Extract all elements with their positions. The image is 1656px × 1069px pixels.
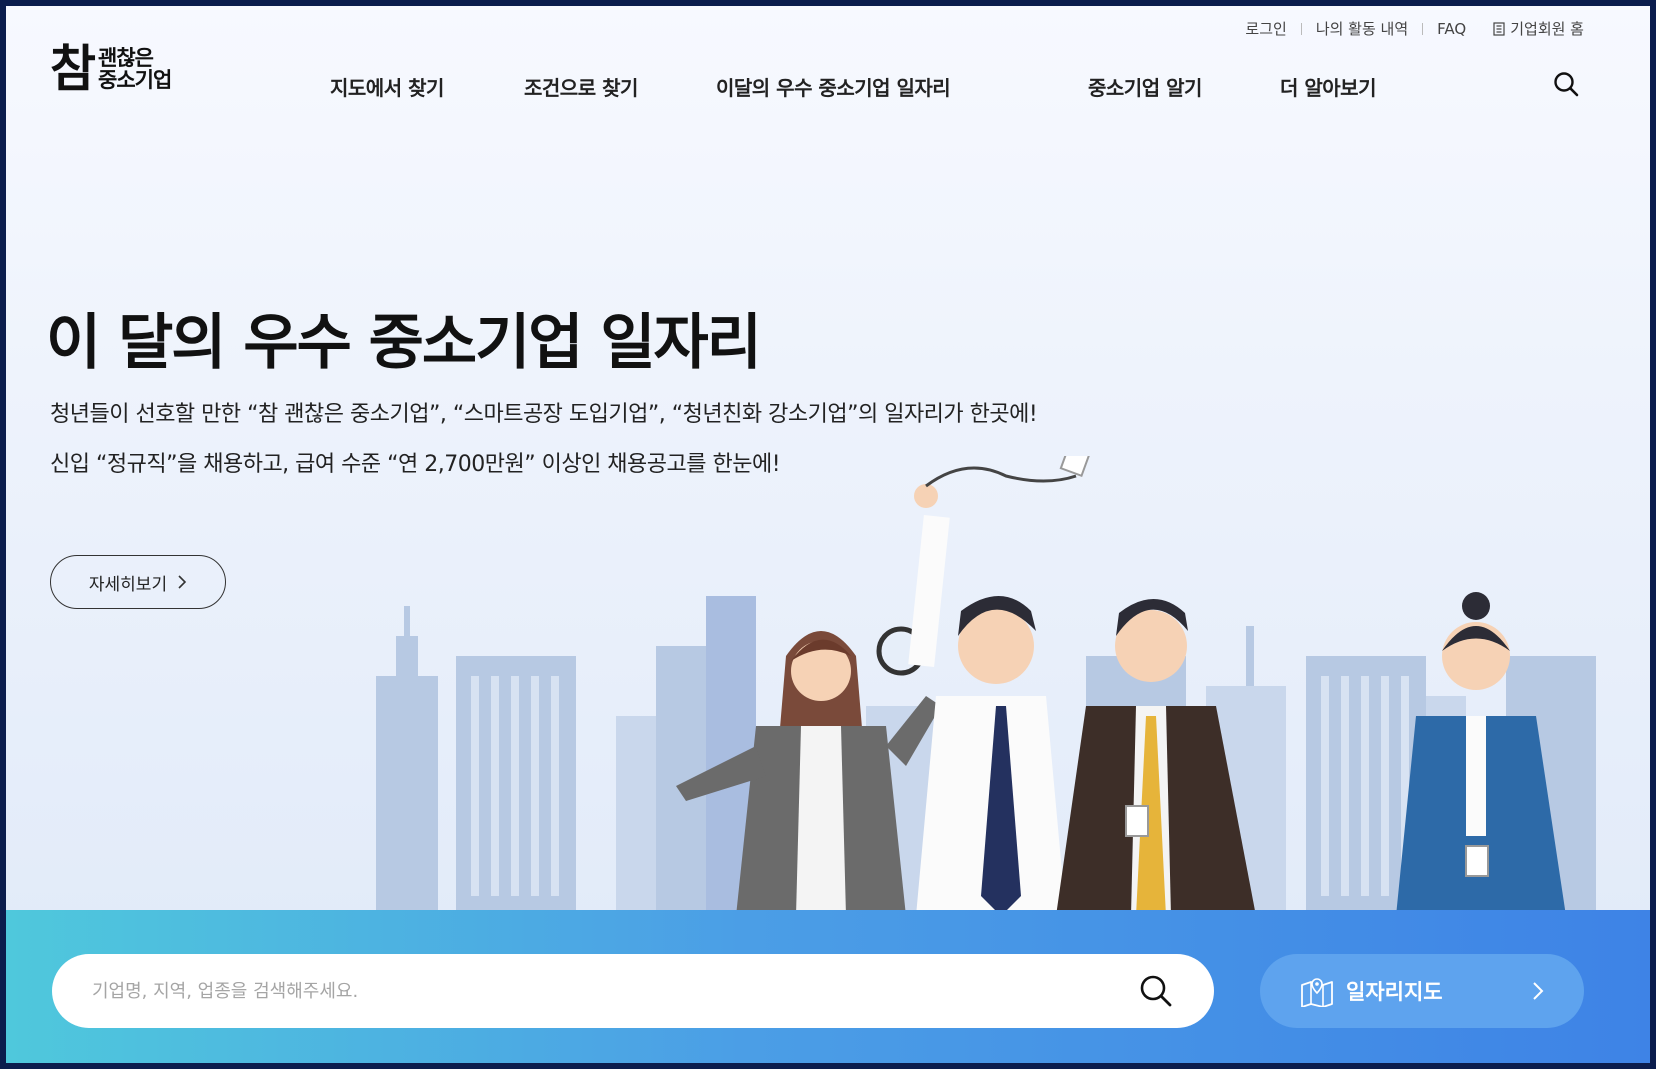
more-button-label: 자세히보기 (88, 574, 168, 595)
man-white-shirt-figure (908, 456, 1094, 916)
more-button[interactable]: 자세히보기 (50, 555, 226, 609)
login-link[interactable]: 로그인 (1245, 18, 1286, 39)
nav-item-condition[interactable]: 조건으로 찾기 (524, 72, 638, 101)
biz-home-link[interactable]: 기업회원 홈 (1492, 18, 1584, 39)
nav-item-more[interactable]: 더 알아보기 (1280, 72, 1376, 101)
search-icon[interactable] (1552, 70, 1580, 98)
building-icon (1493, 21, 1505, 36)
job-map-label: 일자리지도 (1346, 980, 1443, 1004)
faq-link[interactable]: FAQ (1437, 20, 1466, 38)
woman-blue-figure (1396, 592, 1566, 916)
chevron-right-icon (1533, 982, 1544, 1000)
hero-illustration (376, 456, 1596, 916)
search-input[interactable] (92, 980, 1092, 1002)
main-nav: 지도에서 찾기 조건으로 찾기 이달의 우수 중소기업 일자리 중소기업 알기 … (6, 72, 1650, 102)
nav-item-monthly[interactable]: 이달의 우수 중소기업 일자리 (716, 72, 951, 101)
search-icon[interactable] (1138, 973, 1174, 1009)
page-frame: 로그인 나의 활동 내역 FAQ 기업회원 홈 참 괜찮은 중소기업 지도에서 … (6, 6, 1650, 1063)
nav-item-map[interactable]: 지도에서 찾기 (330, 72, 444, 101)
search-section: 일자리지도 (6, 910, 1650, 1063)
utility-nav: 로그인 나의 활동 내역 FAQ 기업회원 홈 (1245, 18, 1584, 39)
activity-link[interactable]: 나의 활동 내역 (1316, 18, 1408, 39)
nav-item-about[interactable]: 중소기업 알기 (1088, 72, 1202, 101)
divider (1422, 22, 1424, 35)
job-map-button[interactable]: 일자리지도 (1260, 954, 1584, 1028)
logo-line1: 괜찮은 (98, 45, 154, 70)
search-bar (52, 954, 1214, 1028)
divider (1300, 22, 1302, 35)
hero-title: 이 달의 우수 중소기업 일자리 (46, 308, 762, 378)
map-pin-icon (1301, 978, 1333, 1007)
chevron-right-icon (178, 575, 187, 589)
biz-home-label: 기업회원 홈 (1510, 20, 1584, 38)
hero-desc-1: 청년들이 선호할 만한 “참 괜찮은 중소기업”, “스마트공장 도입기업”, … (50, 402, 1038, 427)
